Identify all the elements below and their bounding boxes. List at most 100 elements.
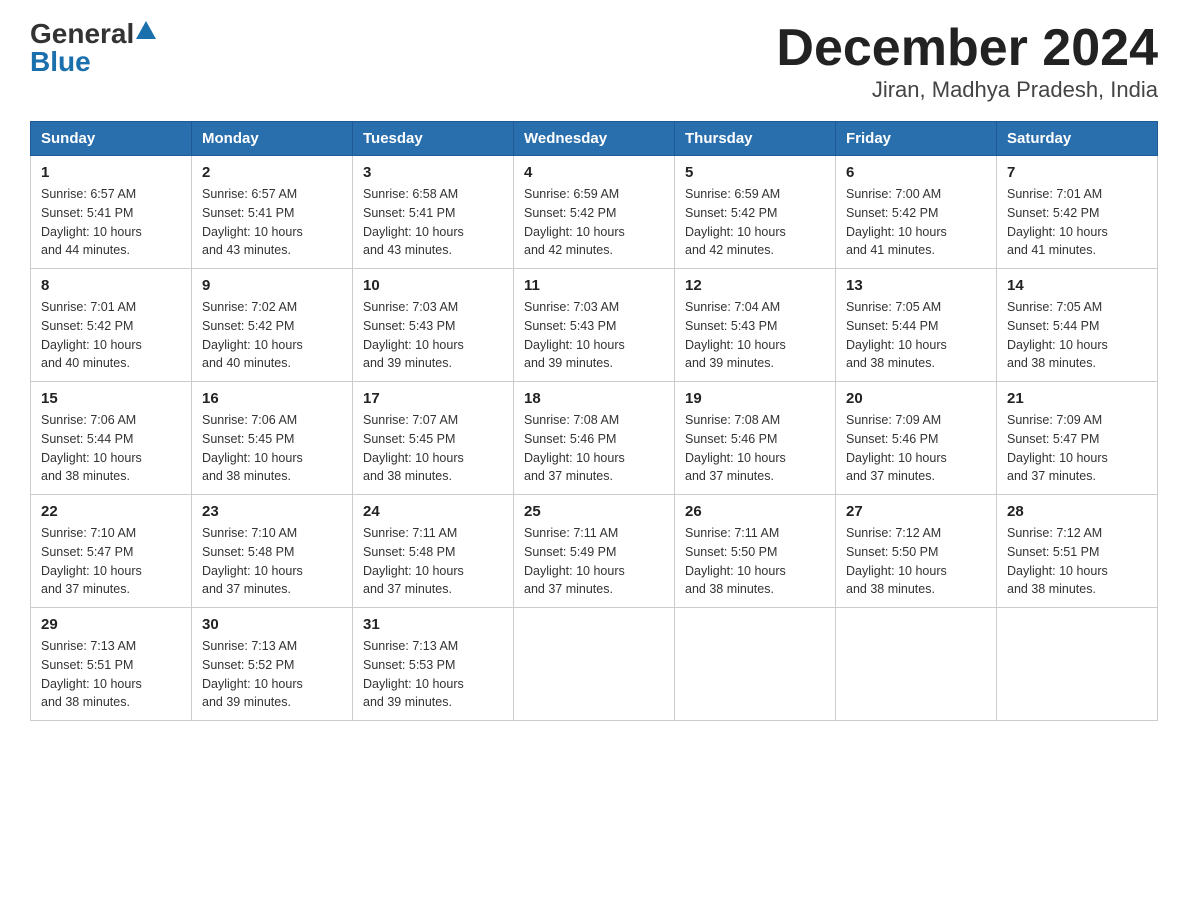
calendar-table: SundayMondayTuesdayWednesdayThursdayFrid… — [30, 121, 1158, 721]
logo: General Blue — [30, 20, 156, 76]
header-wednesday: Wednesday — [514, 122, 675, 156]
day-cell: 7 Sunrise: 7:01 AMSunset: 5:42 PMDaylight… — [997, 156, 1158, 269]
day-info: Sunrise: 7:08 AMSunset: 5:46 PMDaylight:… — [524, 411, 664, 486]
header-friday: Friday — [836, 122, 997, 156]
day-info: Sunrise: 7:01 AMSunset: 5:42 PMDaylight:… — [1007, 185, 1147, 260]
page-subtitle: Jiran, Madhya Pradesh, India — [776, 77, 1158, 103]
day-info: Sunrise: 7:02 AMSunset: 5:42 PMDaylight:… — [202, 298, 342, 373]
day-info: Sunrise: 7:11 AMSunset: 5:49 PMDaylight:… — [524, 524, 664, 599]
day-info: Sunrise: 7:03 AMSunset: 5:43 PMDaylight:… — [524, 298, 664, 373]
day-number: 17 — [363, 390, 503, 407]
day-cell: 24 Sunrise: 7:11 AMSunset: 5:48 PMDayligh… — [353, 495, 514, 608]
day-cell — [675, 608, 836, 721]
day-number: 4 — [524, 164, 664, 181]
day-number: 7 — [1007, 164, 1147, 181]
week-row-1: 1 Sunrise: 6:57 AMSunset: 5:41 PMDaylight… — [31, 156, 1158, 269]
day-cell — [997, 608, 1158, 721]
day-number: 12 — [685, 277, 825, 294]
day-cell: 4 Sunrise: 6:59 AMSunset: 5:42 PMDaylight… — [514, 156, 675, 269]
week-row-2: 8Sunrise: 7:01 AMSunset: 5:42 PMDaylight… — [31, 269, 1158, 382]
day-cell: 5Sunrise: 6:59 AMSunset: 5:42 PMDaylight… — [675, 156, 836, 269]
day-cell: 12 Sunrise: 7:04 AMSunset: 5:43 PMDayligh… — [675, 269, 836, 382]
day-info: Sunrise: 7:06 AMSunset: 5:44 PMDaylight:… — [41, 411, 181, 486]
day-number: 30 — [202, 616, 342, 633]
day-info: Sunrise: 6:58 AMSunset: 5:41 PMDaylight:… — [363, 185, 503, 260]
day-cell — [514, 608, 675, 721]
day-number: 21 — [1007, 390, 1147, 407]
day-info: Sunrise: 7:10 AMSunset: 5:48 PMDaylight:… — [202, 524, 342, 599]
day-info: Sunrise: 7:09 AMSunset: 5:47 PMDaylight:… — [1007, 411, 1147, 486]
day-number: 18 — [524, 390, 664, 407]
logo-triangle-icon — [136, 21, 156, 39]
day-cell: 2Sunrise: 6:57 AMSunset: 5:41 PMDaylight… — [192, 156, 353, 269]
calendar-header: SundayMondayTuesdayWednesdayThursdayFrid… — [31, 122, 1158, 156]
day-number: 31 — [363, 616, 503, 633]
title-block: December 2024 Jiran, Madhya Pradesh, Ind… — [776, 20, 1158, 103]
day-cell: 14 Sunrise: 7:05 AMSunset: 5:44 PMDayligh… — [997, 269, 1158, 382]
day-cell: 3 Sunrise: 6:58 AMSunset: 5:41 PMDaylight… — [353, 156, 514, 269]
day-cell: 11 Sunrise: 7:03 AMSunset: 5:43 PMDayligh… — [514, 269, 675, 382]
day-number: 20 — [846, 390, 986, 407]
day-number: 19 — [685, 390, 825, 407]
header-tuesday: Tuesday — [353, 122, 514, 156]
day-cell: 8Sunrise: 7:01 AMSunset: 5:42 PMDaylight… — [31, 269, 192, 382]
day-info: Sunrise: 7:13 AMSunset: 5:53 PMDaylight:… — [363, 637, 503, 712]
day-number: 1 — [41, 164, 181, 181]
day-cell: 22Sunrise: 7:10 AMSunset: 5:47 PMDayligh… — [31, 495, 192, 608]
day-info: Sunrise: 7:11 AMSunset: 5:50 PMDaylight:… — [685, 524, 825, 599]
logo-general: General — [30, 20, 134, 48]
day-number: 26 — [685, 503, 825, 520]
day-info: Sunrise: 7:12 AMSunset: 5:51 PMDaylight:… — [1007, 524, 1147, 599]
day-number: 3 — [363, 164, 503, 181]
day-cell: 26 Sunrise: 7:11 AMSunset: 5:50 PMDayligh… — [675, 495, 836, 608]
day-cell: 25Sunrise: 7:11 AMSunset: 5:49 PMDayligh… — [514, 495, 675, 608]
day-info: Sunrise: 7:13 AMSunset: 5:52 PMDaylight:… — [202, 637, 342, 712]
day-info: Sunrise: 7:03 AMSunset: 5:43 PMDaylight:… — [363, 298, 503, 373]
day-info: Sunrise: 7:07 AMSunset: 5:45 PMDaylight:… — [363, 411, 503, 486]
day-cell: 15Sunrise: 7:06 AMSunset: 5:44 PMDayligh… — [31, 382, 192, 495]
day-number: 10 — [363, 277, 503, 294]
day-number: 14 — [1007, 277, 1147, 294]
day-info: Sunrise: 7:05 AMSunset: 5:44 PMDaylight:… — [1007, 298, 1147, 373]
day-cell: 29Sunrise: 7:13 AMSunset: 5:51 PMDayligh… — [31, 608, 192, 721]
day-cell: 9 Sunrise: 7:02 AMSunset: 5:42 PMDaylight… — [192, 269, 353, 382]
day-number: 9 — [202, 277, 342, 294]
day-info: Sunrise: 7:12 AMSunset: 5:50 PMDaylight:… — [846, 524, 986, 599]
day-cell: 21 Sunrise: 7:09 AMSunset: 5:47 PMDayligh… — [997, 382, 1158, 495]
week-row-3: 15Sunrise: 7:06 AMSunset: 5:44 PMDayligh… — [31, 382, 1158, 495]
day-cell: 28 Sunrise: 7:12 AMSunset: 5:51 PMDayligh… — [997, 495, 1158, 608]
day-number: 8 — [41, 277, 181, 294]
day-number: 28 — [1007, 503, 1147, 520]
day-number: 16 — [202, 390, 342, 407]
day-cell: 31 Sunrise: 7:13 AMSunset: 5:53 PMDayligh… — [353, 608, 514, 721]
calendar-body: 1 Sunrise: 6:57 AMSunset: 5:41 PMDaylight… — [31, 156, 1158, 721]
day-info: Sunrise: 6:59 AMSunset: 5:42 PMDaylight:… — [524, 185, 664, 260]
day-info: Sunrise: 7:11 AMSunset: 5:48 PMDaylight:… — [363, 524, 503, 599]
day-cell: 6Sunrise: 7:00 AMSunset: 5:42 PMDaylight… — [836, 156, 997, 269]
day-cell: 18 Sunrise: 7:08 AMSunset: 5:46 PMDayligh… — [514, 382, 675, 495]
day-info: Sunrise: 7:05 AMSunset: 5:44 PMDaylight:… — [846, 298, 986, 373]
page-title: December 2024 — [776, 20, 1158, 77]
day-cell: 27Sunrise: 7:12 AMSunset: 5:50 PMDayligh… — [836, 495, 997, 608]
day-cell: 23Sunrise: 7:10 AMSunset: 5:48 PMDayligh… — [192, 495, 353, 608]
week-row-4: 22Sunrise: 7:10 AMSunset: 5:47 PMDayligh… — [31, 495, 1158, 608]
header-saturday: Saturday — [997, 122, 1158, 156]
day-cell: 1 Sunrise: 6:57 AMSunset: 5:41 PMDaylight… — [31, 156, 192, 269]
day-info: Sunrise: 7:00 AMSunset: 5:42 PMDaylight:… — [846, 185, 986, 260]
day-number: 5 — [685, 164, 825, 181]
header-row: SundayMondayTuesdayWednesdayThursdayFrid… — [31, 122, 1158, 156]
day-info: Sunrise: 7:06 AMSunset: 5:45 PMDaylight:… — [202, 411, 342, 486]
day-cell: 13Sunrise: 7:05 AMSunset: 5:44 PMDayligh… — [836, 269, 997, 382]
day-number: 11 — [524, 277, 664, 294]
day-info: Sunrise: 7:08 AMSunset: 5:46 PMDaylight:… — [685, 411, 825, 486]
day-info: Sunrise: 6:57 AMSunset: 5:41 PMDaylight:… — [41, 185, 181, 260]
day-info: Sunrise: 7:10 AMSunset: 5:47 PMDaylight:… — [41, 524, 181, 599]
day-cell: 17 Sunrise: 7:07 AMSunset: 5:45 PMDayligh… — [353, 382, 514, 495]
day-number: 24 — [363, 503, 503, 520]
day-info: Sunrise: 7:04 AMSunset: 5:43 PMDaylight:… — [685, 298, 825, 373]
header-monday: Monday — [192, 122, 353, 156]
day-cell: 10 Sunrise: 7:03 AMSunset: 5:43 PMDayligh… — [353, 269, 514, 382]
day-cell: 19 Sunrise: 7:08 AMSunset: 5:46 PMDayligh… — [675, 382, 836, 495]
day-cell: 30 Sunrise: 7:13 AMSunset: 5:52 PMDayligh… — [192, 608, 353, 721]
day-number: 29 — [41, 616, 181, 633]
